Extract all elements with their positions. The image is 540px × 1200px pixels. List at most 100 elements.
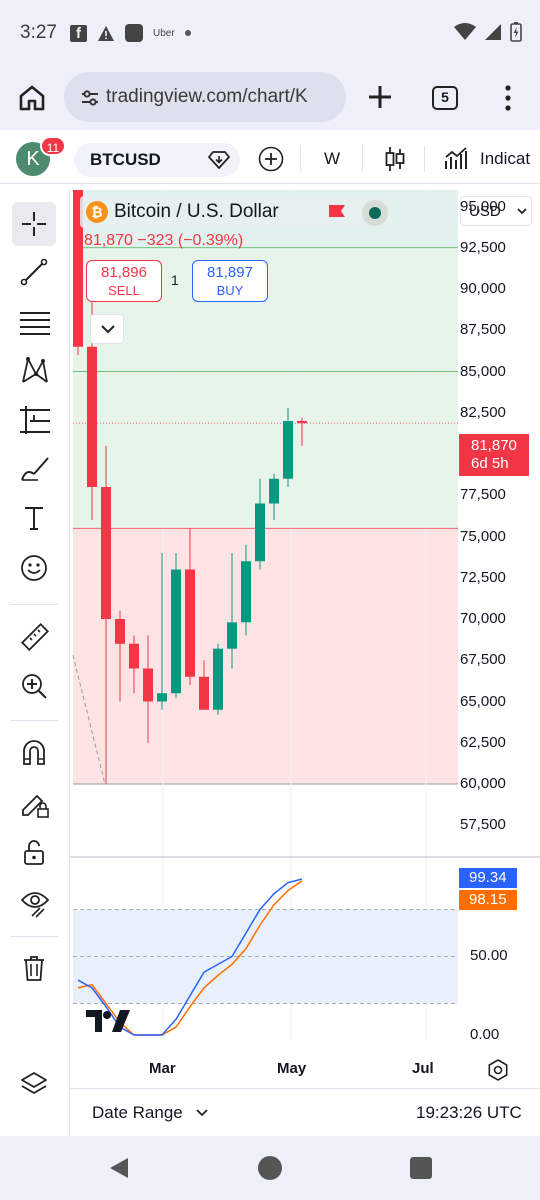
chart-area[interactable]: ₿ Bitcoin / U.S. Dollar 81,870 −323 (−0.… (70, 190, 540, 1136)
forecast-icon (20, 406, 50, 434)
date-range-button[interactable]: Date Range (92, 1103, 183, 1123)
home-nav-icon[interactable] (258, 1156, 282, 1180)
legend-title[interactable]: Bitcoin / U.S. Dollar (114, 201, 279, 223)
candle-body (143, 668, 153, 702)
site-settings-icon[interactable] (80, 88, 100, 108)
crosshair-tool[interactable] (12, 202, 56, 246)
trash-icon (24, 956, 44, 981)
zoom-in-icon (22, 674, 47, 699)
crosshair-icon (22, 212, 46, 236)
ruler-icon (20, 622, 50, 652)
price-axis-label: 65,000 (460, 692, 506, 710)
remove-drawings-tool[interactable] (12, 946, 56, 990)
price-axis-label: 87,500 (460, 321, 506, 339)
oscillator-level-0: 0.00 (470, 1026, 500, 1043)
trend-line-tool[interactable] (12, 250, 56, 294)
browser-menu-icon[interactable] (500, 84, 516, 112)
tradingview-logo-icon[interactable] (86, 1008, 130, 1034)
url-bar[interactable]: tradingview.com/chart/K (64, 72, 346, 122)
trend-line-icon (20, 258, 48, 286)
android-nav-bar (0, 1136, 540, 1200)
browser-bar: tradingview.com/chart/K 5 (0, 66, 540, 130)
back-icon[interactable] (108, 1156, 130, 1180)
legend-collapse-button[interactable] (90, 314, 124, 344)
price-axis-label: 70,000 (460, 610, 506, 627)
candle-body (129, 643, 139, 669)
candle-body (115, 619, 125, 644)
price-axis-label: 57,500 (460, 816, 506, 834)
chevron-down-icon[interactable] (196, 1109, 208, 1117)
oscillator-level-50: 50.00 (470, 947, 508, 964)
flag-icon[interactable] (328, 203, 346, 221)
zoom-tool[interactable] (12, 664, 56, 708)
home-icon[interactable] (16, 82, 48, 114)
candle-body (269, 478, 279, 504)
tab-switcher-button[interactable]: 5 (432, 86, 458, 110)
fib-retracement-tool[interactable] (12, 300, 56, 344)
lock-all-tool[interactable] (12, 830, 56, 874)
price-axis-label: 95,000 (460, 197, 506, 215)
notification-badge: 11 (40, 136, 66, 156)
signal-icon (485, 24, 501, 40)
time-axis-jul: Jul (412, 1060, 434, 1077)
lock-drawings-pencil-tool[interactable] (12, 780, 56, 824)
measure-tool[interactable] (12, 614, 56, 658)
smiley-icon (21, 555, 47, 581)
utc-clock[interactable]: 19:23:26 UTC (416, 1103, 522, 1123)
sell-button[interactable]: 81,896 SELL (86, 260, 162, 302)
candle-body (283, 421, 293, 479)
candle-body (241, 561, 251, 623)
object-tree-tool[interactable] (12, 1062, 56, 1106)
price-axis-label: 67,500 (460, 651, 506, 669)
indicators-icon (445, 147, 467, 169)
time-axis-may: May (277, 1060, 307, 1077)
buy-button[interactable]: 81,897 BUY (192, 260, 268, 302)
candle-body (157, 693, 167, 702)
price-axis-label: 60,000 (460, 775, 506, 792)
interval-button[interactable]: W (324, 149, 340, 169)
indicators-button[interactable]: Indicat (444, 145, 540, 173)
drawing-toolbar (0, 190, 70, 1136)
forecast-tool[interactable] (12, 398, 56, 442)
symbol-search-button[interactable]: BTCUSD (74, 143, 240, 177)
warning-icon (98, 25, 114, 41)
pattern-icon (22, 356, 48, 383)
oscillator-value-b: 98.15 (459, 890, 517, 910)
bar-countdown: 6d 5h (471, 455, 509, 472)
recents-icon[interactable] (410, 1157, 432, 1179)
new-tab-plus-icon[interactable] (366, 82, 394, 112)
magnet-tool[interactable] (12, 730, 56, 774)
candle-body (297, 421, 307, 424)
text-icon (25, 507, 43, 530)
battery-icon (510, 22, 522, 42)
diamond-icon[interactable] (208, 150, 230, 170)
toolbar-divider (300, 146, 301, 172)
last-price-tag: 81,870 6d 5h (459, 434, 529, 476)
candle-body (199, 676, 209, 710)
emoji-tool[interactable] (12, 546, 56, 590)
price-axis-label: 62,500 (460, 733, 506, 751)
tools-divider (10, 604, 58, 605)
unlock-icon (24, 840, 44, 865)
compare-symbol-plus-icon[interactable] (258, 146, 284, 172)
candle-body (213, 648, 223, 710)
brush-tool[interactable] (12, 446, 56, 490)
status-notification-icons: f Uber (70, 24, 191, 42)
market-status-icon[interactable] (362, 200, 388, 226)
buy-price: 81,897 (207, 264, 253, 281)
wifi-icon (454, 23, 476, 40)
oscillator-value-a: 99.34 (459, 868, 517, 888)
chart-toolbar: K 11 BTCUSD W Indicat (0, 134, 540, 184)
pattern-tool[interactable] (12, 348, 56, 392)
text-tool[interactable] (12, 496, 56, 540)
chart-settings-gear-icon[interactable] (486, 1058, 510, 1082)
last-price-value: 81,870 (471, 437, 517, 454)
candle-body (87, 346, 97, 487)
hide-drawings-tool[interactable] (12, 880, 56, 924)
chevron-down-icon (101, 325, 115, 334)
status-bar: 3:27 f Uber (0, 0, 540, 66)
url-text[interactable]: tradingview.com/chart/K (106, 86, 338, 108)
fib-lines-icon (20, 312, 50, 335)
candles-chart-type-icon[interactable] (384, 145, 406, 173)
tools-divider (10, 720, 58, 721)
